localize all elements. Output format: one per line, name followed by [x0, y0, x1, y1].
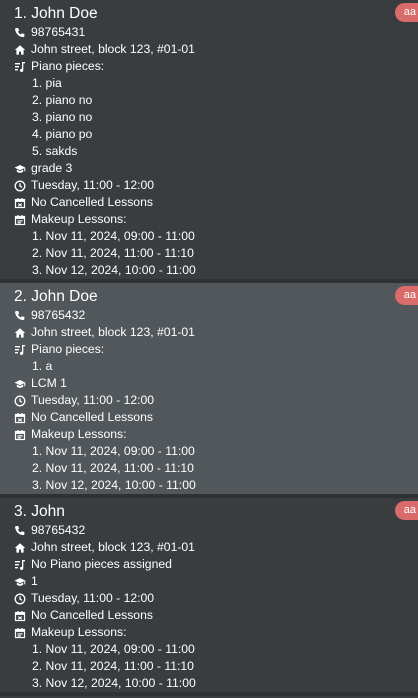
phone-icon	[14, 525, 26, 537]
makeup-item: 2. Nov 11, 2024, 11:00 - 11:10	[32, 659, 194, 673]
pieces-row: Piano pieces:	[14, 58, 418, 75]
makeup-label: Makeup Lessons:	[31, 427, 127, 441]
piece-item: 1. a	[32, 359, 53, 373]
cancelled-row: No Cancelled Lessons	[14, 194, 418, 211]
student-list: 1. John Doe aa 98765431 John street, blo…	[0, 0, 418, 698]
piece-item: 2. piano no	[32, 93, 93, 107]
student-card[interactable]: 2. John Doe aa 98765432 John street, blo…	[0, 283, 418, 498]
makeup-list: 1. Nov 11, 2024, 09:00 - 11:00 2. Nov 11,…	[14, 641, 418, 692]
phone-text: 98765431	[31, 25, 86, 39]
grade-text: 1	[31, 574, 38, 588]
time-text: Tuesday, 11:00 - 12:00	[31, 591, 155, 605]
calendar-icon	[14, 197, 26, 209]
clock-icon	[14, 593, 26, 605]
grade-text: grade 3	[31, 161, 73, 175]
tag-badge: aa	[394, 501, 418, 520]
pieces-list: 1. pia 2. piano no 3. piano no 4. piano po 5…	[14, 75, 418, 160]
calendar-icon	[14, 412, 26, 424]
makeup-item: 2. Nov 11, 2024, 11:00 - 11:10	[32, 461, 194, 475]
address-text: John street, block 123, #01-01	[31, 42, 195, 56]
music-note-icon	[14, 61, 26, 73]
makeup-item: 3. Nov 12, 2024, 10:00 - 11:00	[32, 676, 196, 690]
graduation-cap-icon	[14, 378, 26, 390]
phone-row: 98765431	[14, 24, 418, 41]
music-note-icon	[14, 344, 26, 356]
calendar-icon	[14, 214, 26, 226]
cancelled-row: No Cancelled Lessons	[14, 607, 418, 624]
grade-text: LCM 1	[31, 376, 67, 390]
time-row: Tuesday, 11:00 - 12:00	[14, 392, 418, 409]
pieces-label: Piano pieces:	[31, 342, 105, 356]
student-name: 3. John	[14, 503, 65, 520]
student-card[interactable]: 3. John aa 98765432 John street, block 1…	[0, 498, 418, 696]
pieces-list: 1. a	[14, 358, 418, 375]
makeup-label: Makeup Lessons:	[31, 625, 127, 639]
clock-icon	[14, 180, 26, 192]
student-name: 2. John Doe	[14, 288, 98, 305]
student-name: 1. John Doe	[14, 5, 98, 22]
phone-row: 98765432	[14, 522, 418, 539]
tag-badge: aa	[394, 286, 418, 305]
graduation-cap-icon	[14, 163, 26, 175]
grade-row: 1	[14, 573, 418, 590]
student-card[interactable]: 1. John Doe aa 98765431 John street, blo…	[0, 0, 418, 283]
makeup-item: 1. Nov 11, 2024, 09:00 - 11:00	[32, 642, 195, 656]
phone-icon	[14, 310, 26, 322]
cancelled-text: No Cancelled Lessons	[31, 608, 153, 622]
cancelled-row: No Cancelled Lessons	[14, 409, 418, 426]
pieces-row: No Piano pieces assigned	[14, 556, 418, 573]
piece-item: 4. piano po	[32, 127, 93, 141]
makeup-item: 1. Nov 11, 2024, 09:00 - 11:00	[32, 229, 195, 243]
calendar-icon	[14, 627, 26, 639]
address-row: John street, block 123, #01-01	[14, 539, 418, 556]
time-row: Tuesday, 11:00 - 12:00	[14, 177, 418, 194]
piece-item: 3. piano no	[32, 110, 93, 124]
makeup-item: 1. Nov 11, 2024, 09:00 - 11:00	[32, 444, 195, 458]
phone-icon	[14, 27, 26, 39]
makeup-item: 3. Nov 12, 2024, 10:00 - 11:00	[32, 263, 196, 277]
phone-text: 98765432	[31, 308, 86, 322]
tag-badge: aa	[394, 3, 418, 22]
address-row: John street, block 123, #01-01	[14, 41, 418, 58]
makeup-item: 2. Nov 11, 2024, 11:00 - 11:10	[32, 246, 194, 260]
address-text: John street, block 123, #01-01	[31, 325, 195, 339]
makeup-label: Makeup Lessons:	[31, 212, 127, 226]
home-icon	[14, 542, 26, 554]
address-text: John street, block 123, #01-01	[31, 540, 195, 554]
makeup-row: Makeup Lessons:	[14, 211, 418, 228]
time-text: Tuesday, 11:00 - 12:00	[31, 178, 155, 192]
makeup-row: Makeup Lessons:	[14, 624, 418, 641]
pieces-label: No Piano pieces assigned	[31, 557, 172, 571]
cancelled-text: No Cancelled Lessons	[31, 195, 153, 209]
time-row: Tuesday, 11:00 - 12:00	[14, 590, 418, 607]
grade-row: grade 3	[14, 160, 418, 177]
phone-row: 98765432	[14, 307, 418, 324]
calendar-icon	[14, 610, 26, 622]
makeup-row: Makeup Lessons:	[14, 426, 418, 443]
makeup-list: 1. Nov 11, 2024, 09:00 - 11:00 2. Nov 11,…	[14, 443, 418, 494]
cancelled-text: No Cancelled Lessons	[31, 410, 153, 424]
home-icon	[14, 44, 26, 56]
graduation-cap-icon	[14, 576, 26, 588]
clock-icon	[14, 395, 26, 407]
home-icon	[14, 327, 26, 339]
phone-text: 98765432	[31, 523, 86, 537]
makeup-item: 3. Nov 12, 2024, 10:00 - 11:00	[32, 478, 196, 492]
calendar-icon	[14, 429, 26, 441]
music-note-icon	[14, 559, 26, 571]
grade-row: LCM 1	[14, 375, 418, 392]
pieces-row: Piano pieces:	[14, 341, 418, 358]
makeup-list: 1. Nov 11, 2024, 09:00 - 11:00 2. Nov 11,…	[14, 228, 418, 279]
address-row: John street, block 123, #01-01	[14, 324, 418, 341]
piece-item: 5. sakds	[32, 144, 78, 158]
time-text: Tuesday, 11:00 - 12:00	[31, 393, 155, 407]
piece-item: 1. pia	[32, 76, 62, 90]
pieces-label: Piano pieces:	[31, 59, 105, 73]
